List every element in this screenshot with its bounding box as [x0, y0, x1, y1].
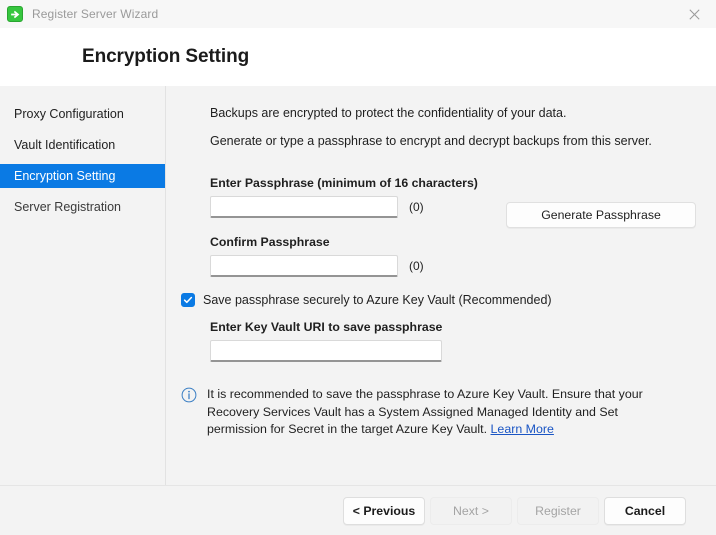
- sidebar-item-server-registration[interactable]: Server Registration: [0, 195, 165, 219]
- key-vault-uri-input[interactable]: [210, 340, 442, 362]
- passphrase-input[interactable]: [210, 196, 398, 218]
- info-message: It is recommended to save the passphrase…: [181, 386, 681, 439]
- title-bar: Register Server Wizard: [0, 0, 716, 28]
- register-server-wizard-window: Register Server Wizard Encryption Settin…: [0, 0, 716, 535]
- learn-more-link[interactable]: Learn More: [491, 422, 554, 436]
- footer: < Previous Next > Register Cancel: [0, 485, 716, 535]
- info-text-container: It is recommended to save the passphrase…: [207, 386, 681, 439]
- info-icon: [181, 387, 197, 403]
- save-to-key-vault-label[interactable]: Save passphrase securely to Azure Key Va…: [203, 293, 552, 307]
- previous-button[interactable]: < Previous: [343, 497, 425, 525]
- sidebar-item-encryption-setting[interactable]: Encryption Setting: [0, 164, 165, 188]
- save-to-key-vault-row[interactable]: Save passphrase securely to Azure Key Va…: [181, 293, 716, 307]
- passphrase-char-count: (0): [409, 200, 424, 214]
- passphrase-label: Enter Passphrase (minimum of 16 characte…: [210, 176, 716, 190]
- confirm-passphrase-char-count: (0): [409, 259, 424, 273]
- body: Proxy Configuration Vault Identification…: [0, 86, 716, 485]
- cancel-button[interactable]: Cancel: [604, 497, 686, 525]
- key-vault-uri-row: [210, 340, 716, 362]
- confirm-passphrase-input[interactable]: [210, 255, 398, 277]
- intro-line-2: Generate or type a passphrase to encrypt…: [210, 134, 716, 148]
- confirm-passphrase-label: Confirm Passphrase: [210, 235, 716, 249]
- close-icon[interactable]: [672, 0, 716, 28]
- key-vault-uri-label: Enter Key Vault URI to save passphrase: [210, 320, 716, 334]
- sidebar-item-proxy-configuration[interactable]: Proxy Configuration: [0, 102, 165, 126]
- save-to-key-vault-checkbox[interactable]: [181, 293, 195, 307]
- info-text: It is recommended to save the passphrase…: [207, 387, 643, 436]
- confirm-passphrase-row: (0): [210, 255, 716, 277]
- header: Encryption Setting: [0, 28, 716, 86]
- generate-passphrase-button[interactable]: Generate Passphrase: [506, 202, 696, 228]
- content-panel: Backups are encrypted to protect the con…: [166, 86, 716, 485]
- intro-line-1: Backups are encrypted to protect the con…: [210, 106, 716, 120]
- sidebar-item-vault-identification[interactable]: Vault Identification: [0, 133, 165, 157]
- next-button: Next >: [430, 497, 512, 525]
- green-arrow-icon: [7, 6, 23, 22]
- wizard-steps-sidebar: Proxy Configuration Vault Identification…: [0, 86, 166, 485]
- page-title: Encryption Setting: [82, 46, 249, 68]
- window-title: Register Server Wizard: [32, 7, 158, 21]
- register-button: Register: [517, 497, 599, 525]
